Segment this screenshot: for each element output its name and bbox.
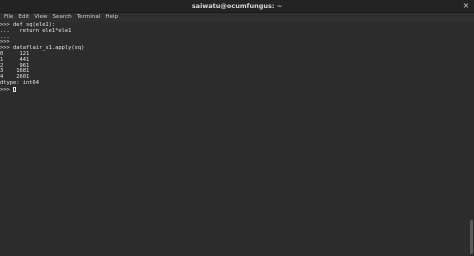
scrollbar-thumb[interactable] (470, 220, 473, 254)
menu-terminal[interactable]: Terminal (77, 13, 101, 22)
terminal-output[interactable]: >>> def sq(ele1): ... return ele1*ele1 .… (0, 22, 474, 256)
menu-help[interactable]: Help (105, 13, 118, 22)
scrollbar[interactable] (469, 22, 474, 256)
menu-edit[interactable]: Edit (18, 13, 29, 22)
menu-view[interactable]: View (34, 13, 47, 22)
title-bar[interactable]: saiwatu@ocumfungus: ~ × (0, 0, 474, 13)
window-title: saiwatu@ocumfungus: ~ (191, 2, 283, 10)
terminal-lines: >>> def sq(ele1): ... return ele1*ele1 .… (0, 22, 466, 93)
menu-bar: File Edit View Search Terminal Help (0, 13, 474, 22)
text-cursor (12, 86, 16, 92)
close-icon[interactable]: × (461, 1, 471, 11)
menu-search[interactable]: Search (53, 13, 72, 22)
prompt-line[interactable]: >>> (0, 86, 466, 93)
prompt: >>> (0, 86, 13, 93)
menu-file[interactable]: File (4, 13, 13, 22)
terminal-window: saiwatu@ocumfungus: ~ × File Edit View S… (0, 0, 474, 256)
